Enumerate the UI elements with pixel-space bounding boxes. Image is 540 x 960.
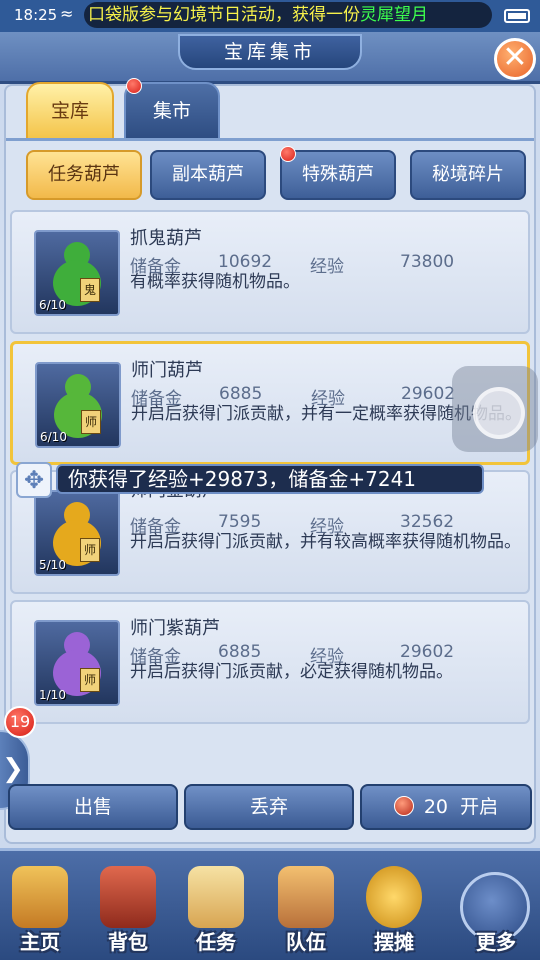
reserve-value: 10692	[218, 252, 273, 272]
chevron-right-icon: ❯	[2, 754, 24, 784]
market-notification-dot	[126, 78, 142, 94]
nav-label: 主页	[20, 930, 60, 954]
page-title: 宝库集市	[178, 34, 362, 70]
item-name: 抓鬼葫芦	[130, 228, 202, 249]
item-description: 有概率获得随机物品。	[130, 272, 300, 292]
gourd-icon: 鬼 6/10	[34, 230, 120, 316]
open-count: 20	[423, 796, 449, 818]
subtab-realm-fragments[interactable]: 秘境碎片	[410, 150, 526, 200]
nav-label: 背包	[108, 930, 148, 954]
exp-value: 29602	[400, 642, 455, 662]
gourd-tag: 鬼	[80, 278, 100, 302]
list-item[interactable]: 鬼 6/10 抓鬼葫芦 储备金 10692 经验 73800 有概率获得随机物品…	[10, 210, 530, 334]
wifi-icon: ≈	[60, 4, 74, 23]
close-button[interactable]: ✕	[494, 38, 536, 80]
nav-label: 更多	[476, 930, 516, 954]
reward-toast: 你获得了经验+29873，储备金+7241	[56, 464, 484, 494]
nav-bag[interactable]: 背包	[88, 862, 168, 960]
notification-badge: 19	[4, 706, 36, 738]
nav-label: 队伍	[286, 930, 326, 954]
close-icon: ✕	[502, 40, 528, 75]
home-icon	[12, 866, 68, 928]
marquee-text: 口袋版参与幻境节日活动，获得一份	[88, 5, 360, 25]
reserve-value: 7595	[218, 512, 262, 532]
scroll-icon	[188, 866, 244, 928]
bag-chest-icon	[100, 866, 156, 928]
nav-more[interactable]: 更多	[456, 862, 536, 960]
item-count: 5/10	[39, 558, 66, 572]
item-name: 师门紫葫芦	[130, 618, 220, 639]
item-count: 6/10	[39, 298, 66, 312]
gourd-icon: 师 1/10	[34, 620, 120, 706]
nav-label: 任务	[196, 930, 236, 954]
gourd-tag: 师	[80, 668, 100, 692]
clock: 18:25	[14, 6, 58, 24]
nav-home[interactable]: 主页	[0, 862, 80, 960]
subtab-task-gourd[interactable]: 任务葫芦	[26, 150, 142, 200]
nav-label: 摆摊	[374, 930, 414, 954]
subtab-dungeon-gourd[interactable]: 副本葫芦	[150, 150, 266, 200]
discard-button[interactable]: 丢弃	[184, 784, 354, 830]
open-button[interactable]: 20 开启	[360, 784, 532, 830]
open-label: 开启	[460, 796, 499, 818]
status-bar: 18:25 ≈ 口袋版参与幻境节日活动，获得一份灵犀望月	[0, 0, 540, 32]
item-description: 开启后获得门派贡献，必定获得随机物品。	[130, 662, 453, 682]
screen: 18:25 ≈ 口袋版参与幻境节日活动，获得一份灵犀望月 宝库集市 ✕ 宝库 集…	[0, 0, 540, 960]
list-item[interactable]: 师 1/10 师门紫葫芦 储备金 6885 经验 29602 开启后获得门派贡献…	[10, 600, 530, 724]
coin-icon	[366, 866, 422, 928]
gourd-tag: 师	[80, 538, 100, 562]
marquee-highlight: 灵犀望月	[360, 5, 428, 25]
assistive-touch-button[interactable]	[452, 366, 538, 452]
tab-treasury[interactable]: 宝库	[26, 82, 114, 140]
battery-icon	[504, 9, 530, 23]
gourd-tag: 师	[81, 410, 101, 434]
move-icon[interactable]: ✥	[16, 462, 52, 498]
nav-tasks[interactable]: 任务	[176, 862, 256, 960]
gourd-icon: 师 5/10	[34, 490, 120, 576]
gourd-icon: 师 6/10	[35, 362, 121, 448]
sell-button[interactable]: 出售	[8, 784, 178, 830]
team-icon	[278, 866, 334, 928]
pot-icon	[393, 796, 414, 816]
reserve-value: 6885	[218, 642, 262, 662]
announcement-marquee: 口袋版参与幻境节日活动，获得一份灵犀望月	[84, 2, 492, 28]
item-count: 1/10	[39, 688, 66, 702]
subtab-special-gourd[interactable]: 特殊葫芦	[280, 150, 396, 200]
tab-divider	[6, 138, 534, 141]
reserve-value: 6885	[219, 384, 263, 404]
exp-value: 29602	[401, 384, 456, 404]
exp-value: 32562	[400, 512, 455, 532]
item-count: 6/10	[40, 430, 67, 444]
item-name: 师门葫芦	[131, 360, 203, 381]
nav-team[interactable]: 队伍	[266, 862, 346, 960]
nav-stall[interactable]: 摆摊	[354, 862, 434, 960]
exp-value: 73800	[400, 252, 455, 272]
special-notification-dot	[280, 146, 296, 162]
item-description: 开启后获得门派贡献，并有较高概率获得随机物品。	[130, 532, 521, 552]
